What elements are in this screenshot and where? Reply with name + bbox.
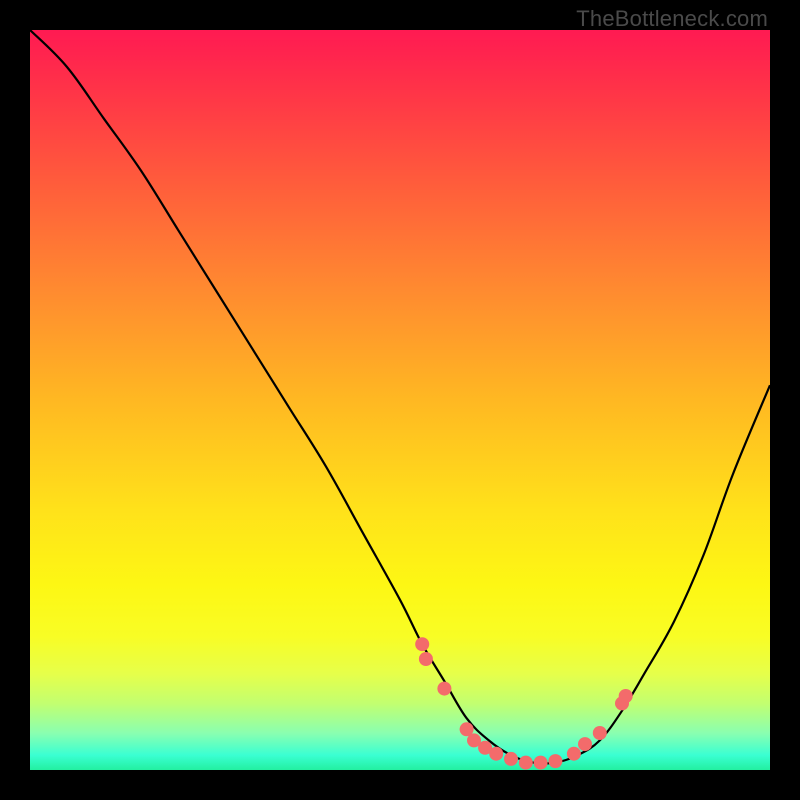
highlight-dot	[519, 756, 533, 770]
curve-svg	[30, 30, 770, 770]
highlight-dots	[415, 637, 633, 769]
highlight-dot	[619, 689, 633, 703]
chart-frame: TheBottleneck.com	[0, 0, 800, 800]
highlight-dot	[415, 637, 429, 651]
highlight-dot	[548, 754, 562, 768]
highlight-dot	[578, 737, 592, 751]
highlight-dot	[437, 682, 451, 696]
highlight-dot	[504, 752, 518, 766]
highlight-dot	[593, 726, 607, 740]
bottleneck-curve	[30, 30, 770, 764]
highlight-dot	[534, 756, 548, 770]
plot-area	[30, 30, 770, 770]
watermark-text: TheBottleneck.com	[576, 6, 768, 32]
highlight-dot	[567, 747, 581, 761]
highlight-dot	[419, 652, 433, 666]
highlight-dot	[489, 747, 503, 761]
